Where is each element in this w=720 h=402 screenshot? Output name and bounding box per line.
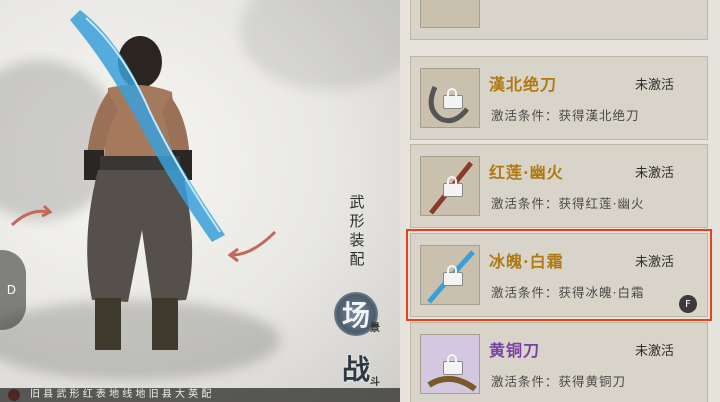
- weapon-condition: 激活条件：获得红莲·幽火: [491, 196, 645, 211]
- weapon-condition: 激活条件：获得漢北绝刀: [491, 108, 640, 123]
- weapon-title: 冰魄·白霜: [489, 252, 564, 271]
- weapon-thumbnail: [420, 0, 480, 28]
- weapon-card[interactable]: 漢北绝刀 未激活 激活条件：获得漢北绝刀: [410, 56, 708, 140]
- weapon-card[interactable]: 红莲·幽火 未激活 激活条件：获得红莲·幽火: [410, 144, 708, 228]
- weapon-equip-menu-label[interactable]: 武形装配: [347, 193, 367, 269]
- weapon-card[interactable]: 黄铜刀 未激活 激活条件：获得黄铜刀: [410, 322, 708, 402]
- scene-tab-subglyph: 景: [370, 323, 380, 334]
- warrior-character: [10, 10, 277, 350]
- weapon-title: 红莲·幽火: [489, 163, 564, 182]
- side-handle-label: D: [6, 283, 16, 297]
- weapon-condition: 激活条件：获得冰魄·白霜: [491, 285, 645, 300]
- character-scene: D 武形装配 场 景 战 斗 旧 县 武 形 红 表 地 线 地 旧 县 大 英…: [0, 0, 400, 402]
- rotate-left-arrow-icon: [10, 209, 49, 227]
- weapon-condition: 激活条件：获得黄铜刀: [491, 374, 627, 389]
- battle-tab-glyph: 战: [341, 353, 370, 386]
- weapon-status: 未激活: [635, 166, 675, 181]
- weapon-title: 黄铜刀: [489, 341, 541, 360]
- weapon-thumbnail: [420, 68, 480, 128]
- weapon-card-partial[interactable]: [410, 0, 708, 40]
- rotate-right-arrow-icon: [231, 230, 277, 257]
- f-key-badge: F: [679, 295, 697, 313]
- battle-tab-button[interactable]: 战 斗: [334, 346, 380, 390]
- bottom-tip-text: 旧 县 武 形 红 表 地 线 地 旧 县 大 英 配: [0, 388, 400, 402]
- battle-tab-subglyph: 斗: [370, 377, 380, 388]
- lock-icon: [443, 88, 463, 109]
- lock-icon: [443, 265, 463, 286]
- weapon-status: 未激活: [635, 344, 675, 359]
- weapon-card-selected[interactable]: 冰魄·白霜 未激活 激活条件：获得冰魄·白霜 F: [406, 229, 712, 321]
- side-drawer-handle[interactable]: D: [0, 250, 26, 330]
- weapon-skin-list[interactable]: 漢北绝刀 未激活 激活条件：获得漢北绝刀 红莲·幽火 未激活 激活条件：获得红莲…: [400, 0, 720, 402]
- weapon-title: 漢北绝刀: [489, 75, 558, 94]
- weapon-thumbnail: [420, 334, 480, 394]
- scene-tab-button[interactable]: 场 景: [334, 292, 380, 336]
- weapon-thumbnail: [420, 245, 480, 305]
- weapon-status: 未激活: [635, 78, 675, 93]
- lock-icon: [443, 354, 463, 375]
- weapon-thumbnail: [420, 156, 480, 216]
- scene-tab-glyph: 场: [341, 299, 370, 332]
- weapon-status: 未激活: [635, 255, 675, 270]
- lock-icon: [443, 176, 463, 197]
